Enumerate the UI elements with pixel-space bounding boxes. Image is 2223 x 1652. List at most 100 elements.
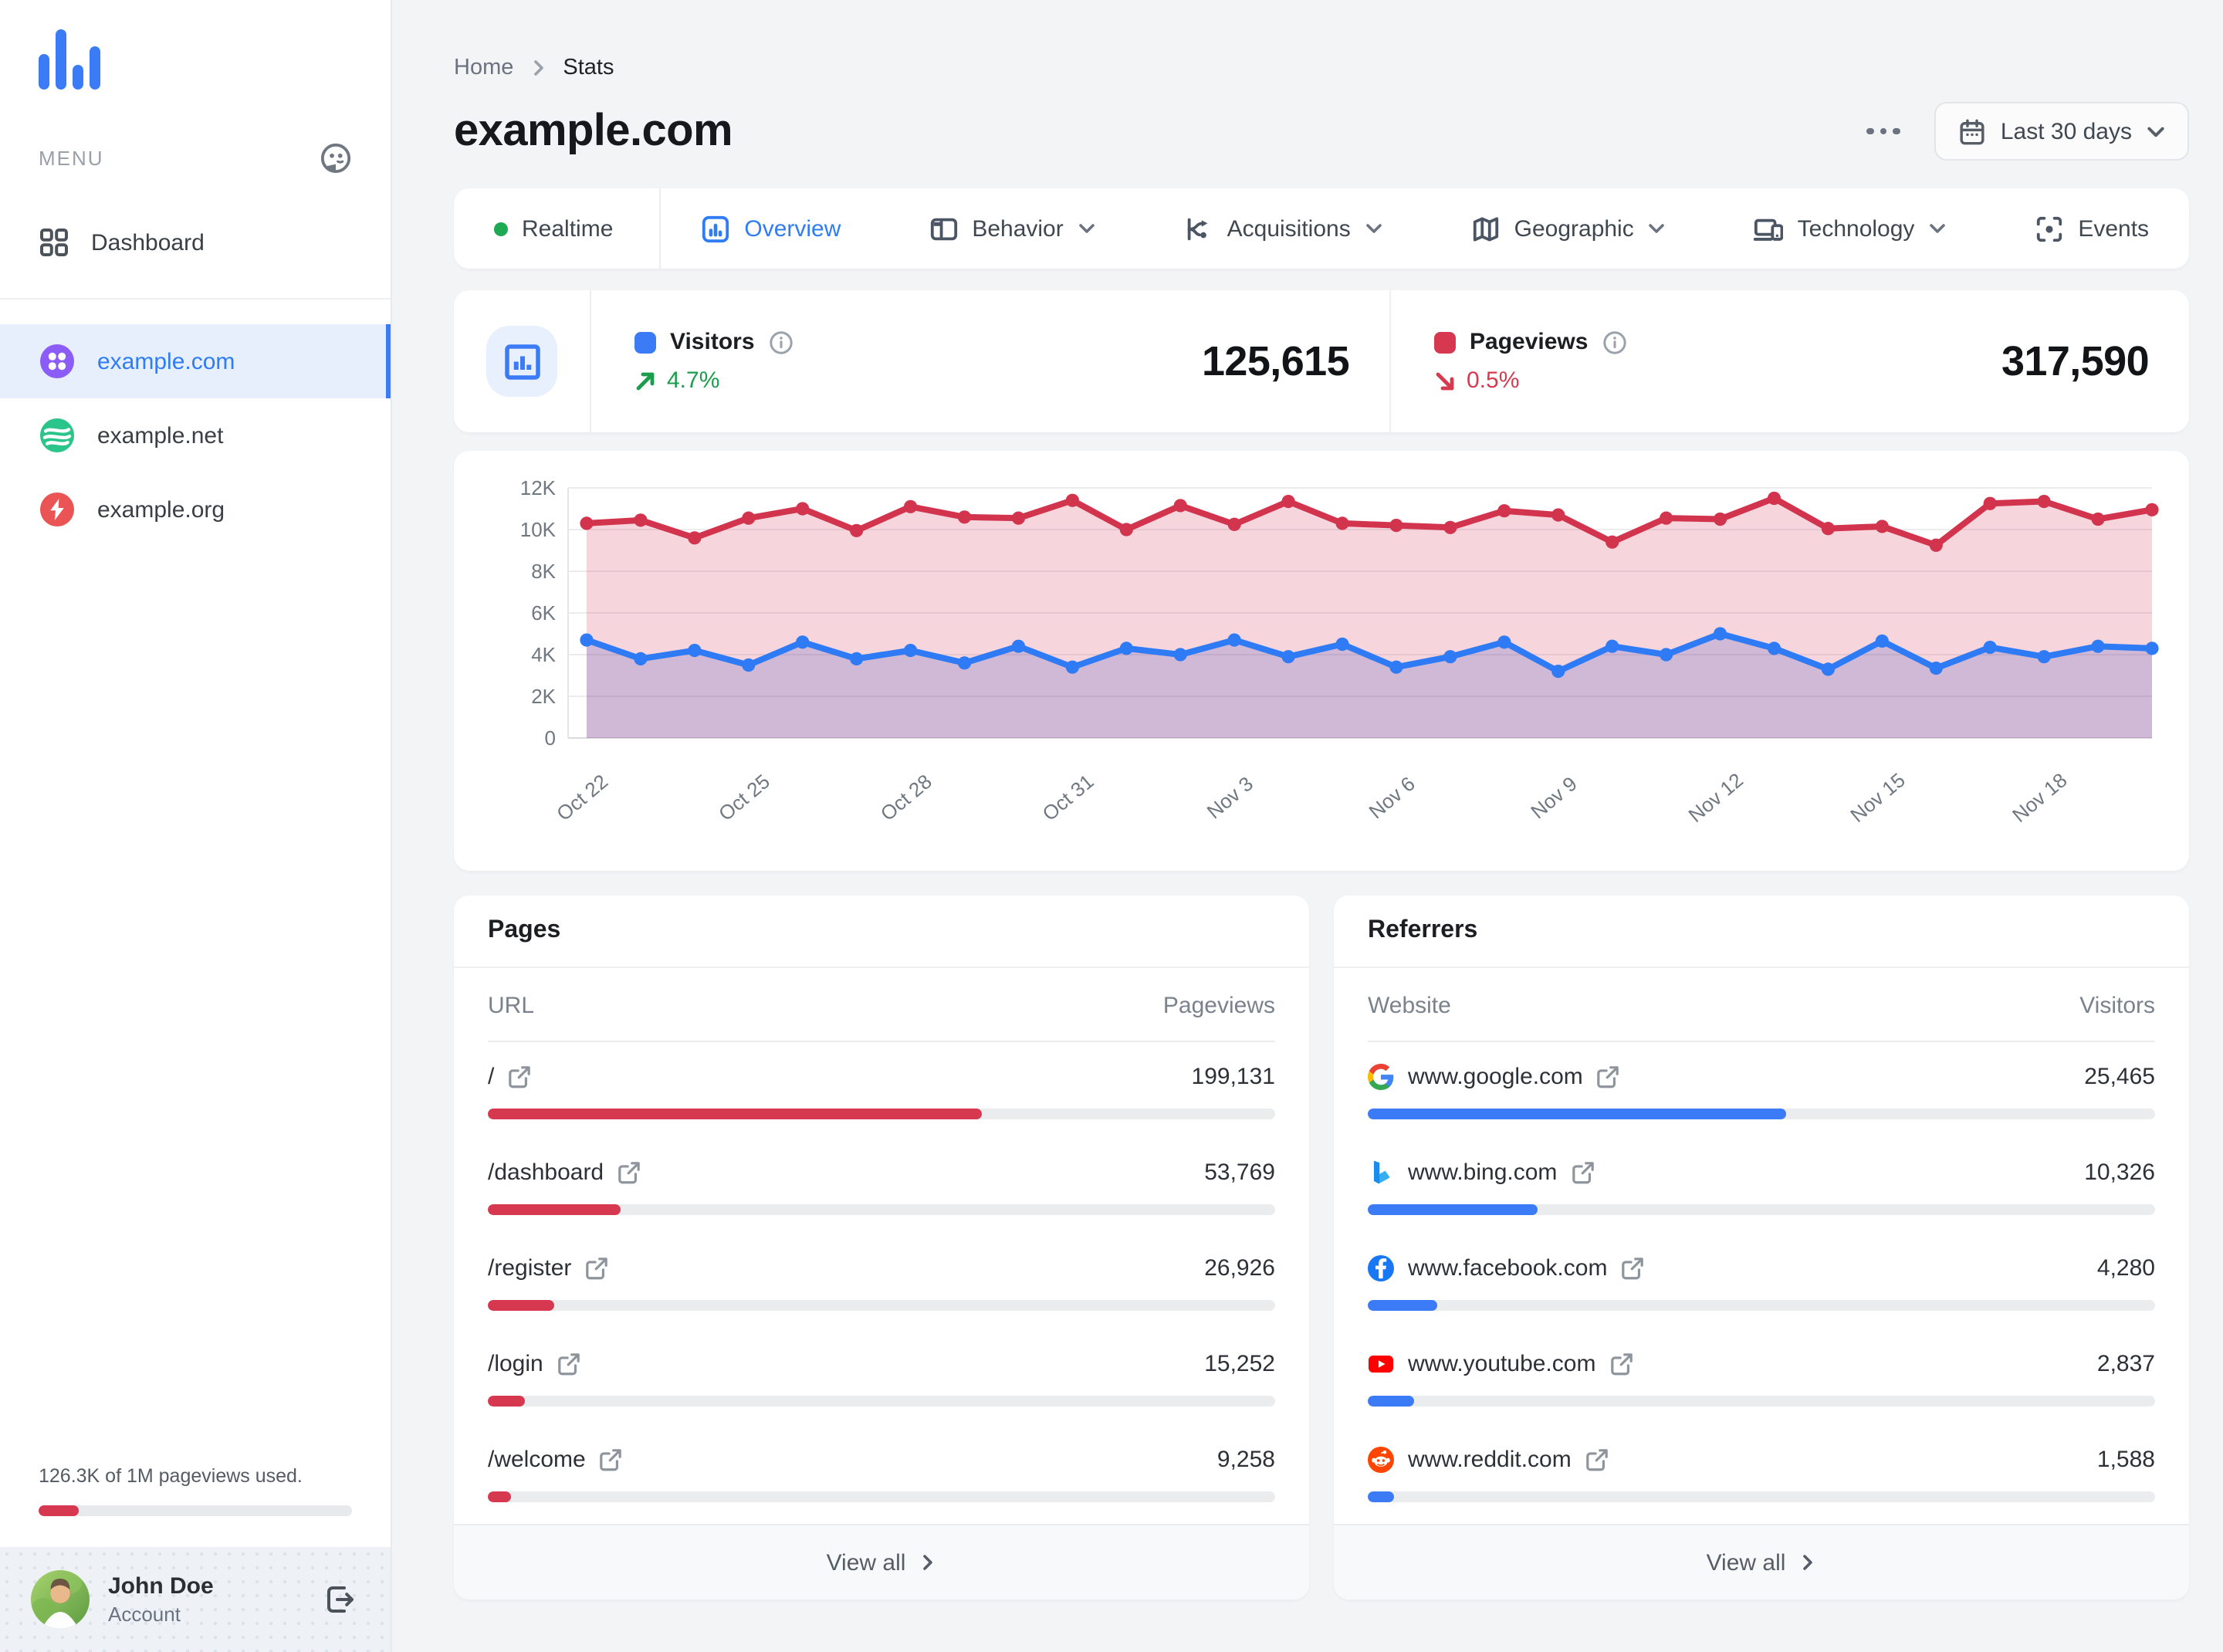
trend-down-icon	[1436, 371, 1454, 390]
reddit-favicon-icon	[1368, 1447, 1394, 1474]
sidebar-site-example-com[interactable]: example.com	[0, 324, 391, 398]
row-bar-track	[488, 1204, 1275, 1215]
referrers-view-all-button[interactable]: View all	[1334, 1524, 2189, 1600]
row-bar-track	[1368, 1204, 2155, 1215]
svg-text:Oct 25: Oct 25	[714, 770, 774, 825]
logout-icon[interactable]	[323, 1583, 357, 1616]
chevron-down-icon	[1930, 224, 1946, 233]
external-link-icon[interactable]	[1621, 1257, 1644, 1280]
chevron-right-icon	[1802, 1555, 1812, 1570]
info-icon[interactable]	[1602, 330, 1626, 354]
menu-header: MENU	[39, 142, 352, 174]
pageviews-change: 0.5%	[1434, 367, 1626, 394]
svg-text:12K: 12K	[520, 476, 557, 499]
tab-behavior[interactable]: Behavior	[929, 214, 1095, 243]
svg-text:Nov 3: Nov 3	[1203, 772, 1257, 824]
svg-text:Nov 9: Nov 9	[1526, 772, 1581, 824]
row-bar-fill	[1368, 1109, 1786, 1119]
table-row[interactable]: www.reddit.com 1,588	[1334, 1428, 2189, 1524]
page-header: example.com Last 30 days	[454, 102, 2189, 161]
geographic-map-icon	[1473, 216, 1498, 241]
breadcrumb-home-link[interactable]: Home	[454, 56, 513, 80]
page-title: example.com	[454, 106, 733, 155]
chevron-down-icon	[1649, 224, 1665, 233]
external-link-icon[interactable]	[1609, 1352, 1633, 1376]
row-bar-fill	[1368, 1491, 1394, 1502]
mascot-face-icon[interactable]	[320, 142, 352, 174]
visitors-label: Visitors	[670, 329, 755, 355]
table-row[interactable]: /register 26,926	[454, 1237, 1309, 1332]
stats-summary-card: Visitors 4.7% 125,615 Pageviews 0.5% 317…	[454, 290, 2189, 432]
breadcrumb-current: Stats	[563, 56, 614, 80]
date-range-button[interactable]: Last 30 days	[1934, 102, 2189, 161]
sidebar-site-example-org[interactable]: example.org	[0, 472, 391, 547]
account-text: John Doe Account	[108, 1573, 214, 1626]
sidebar-site-example-net[interactable]: example.net	[0, 398, 391, 472]
table-row[interactable]: www.google.com 25,465	[1334, 1045, 2189, 1141]
table-row[interactable]: /login 15,252	[454, 1332, 1309, 1428]
visitors-pageviews-area-chart: 0 2K 4K 6K 8K 10K 12K Oct 22 Oct 25 Oct 28 Oct 31 N…	[520, 476, 2159, 827]
chevron-right-icon	[922, 1555, 932, 1570]
row-bar-fill	[488, 1109, 982, 1119]
chevron-down-icon	[2147, 126, 2164, 137]
row-value: 1,588	[2096, 1447, 2155, 1474]
detail-panels: Pages URL Pageviews / 199,131/dashboard 53…	[454, 895, 2189, 1600]
avatar	[31, 1570, 90, 1629]
row-label: /	[488, 1064, 495, 1091]
sidebar-item-dashboard[interactable]: Dashboard	[0, 208, 391, 276]
row-bar-fill	[488, 1204, 621, 1215]
external-link-icon[interactable]	[1585, 1448, 1609, 1471]
site-waves-icon	[39, 417, 76, 454]
pages-panel-header: URL Pageviews	[488, 968, 1275, 1043]
visitors-stat: Visitors 4.7% 125,615	[591, 329, 1389, 394]
row-bar-track	[488, 1300, 1275, 1311]
dashboard-grid-icon	[39, 227, 69, 258]
external-link-icon[interactable]	[585, 1257, 608, 1280]
tab-realtime[interactable]: Realtime	[494, 215, 613, 242]
breadcrumb: Home Stats	[454, 56, 2189, 80]
row-label: www.reddit.com	[1408, 1447, 1572, 1474]
row-value: 25,465	[2084, 1064, 2155, 1091]
account-role: Account	[108, 1602, 181, 1626]
col-visitors: Visitors	[2079, 993, 2155, 1020]
row-bar-fill	[1368, 1300, 1438, 1311]
external-link-icon[interactable]	[618, 1161, 641, 1184]
calendar-icon	[1960, 118, 1984, 144]
table-row[interactable]: www.youtube.com 2,837	[1334, 1332, 2189, 1428]
tab-events[interactable]: Events	[2035, 214, 2149, 243]
row-bar-fill	[488, 1300, 555, 1311]
external-link-icon[interactable]	[508, 1065, 531, 1088]
more-options-icon[interactable]	[1861, 116, 1907, 147]
visitors-change: 4.7%	[634, 367, 793, 394]
tab-geographic[interactable]: Geographic	[1471, 214, 1666, 243]
bing-favicon-icon	[1368, 1159, 1394, 1186]
row-value: 53,769	[1204, 1159, 1275, 1187]
external-link-icon[interactable]	[1597, 1065, 1620, 1088]
svg-text:0: 0	[545, 726, 556, 750]
technology-devices-icon	[1754, 218, 1784, 240]
table-row[interactable]: /dashboard 53,769	[454, 1141, 1309, 1237]
tab-bar: Realtime Overview Behavior Acquisitions	[454, 188, 2189, 269]
timeseries-chart-card: 0 2K 4K 6K 8K 10K 12K Oct 22 Oct 25 Oct 28 Oct 31 N…	[454, 451, 2189, 871]
external-link-icon[interactable]	[600, 1448, 623, 1471]
pages-panel: Pages URL Pageviews / 199,131/dashboard 53…	[454, 895, 1309, 1600]
svg-text:2K: 2K	[531, 685, 556, 708]
account-button[interactable]: John Doe Account	[0, 1547, 391, 1652]
external-link-icon[interactable]	[1571, 1161, 1594, 1184]
tab-overview[interactable]: Overview	[701, 214, 841, 243]
row-bar-fill	[1368, 1204, 1538, 1215]
tab-technology[interactable]: Technology	[1754, 214, 1947, 243]
table-row[interactable]: www.bing.com 10,326	[1334, 1141, 2189, 1237]
table-row[interactable]: / 199,131	[454, 1045, 1309, 1141]
svg-text:8K: 8K	[531, 560, 556, 583]
pages-view-all-button[interactable]: View all	[454, 1524, 1309, 1600]
pageviews-stat: Pageviews 0.5% 317,590	[1391, 329, 2189, 394]
info-icon[interactable]	[769, 330, 793, 354]
visitors-value: 125,615	[1202, 337, 1350, 384]
tab-acquisitions[interactable]: Acquisitions	[1184, 214, 1383, 243]
row-label: www.facebook.com	[1408, 1255, 1608, 1282]
usage-progress-fill	[39, 1505, 79, 1516]
external-link-icon[interactable]	[557, 1352, 580, 1376]
table-row[interactable]: /welcome 9,258	[454, 1428, 1309, 1524]
table-row[interactable]: www.facebook.com 4,280	[1334, 1237, 2189, 1332]
